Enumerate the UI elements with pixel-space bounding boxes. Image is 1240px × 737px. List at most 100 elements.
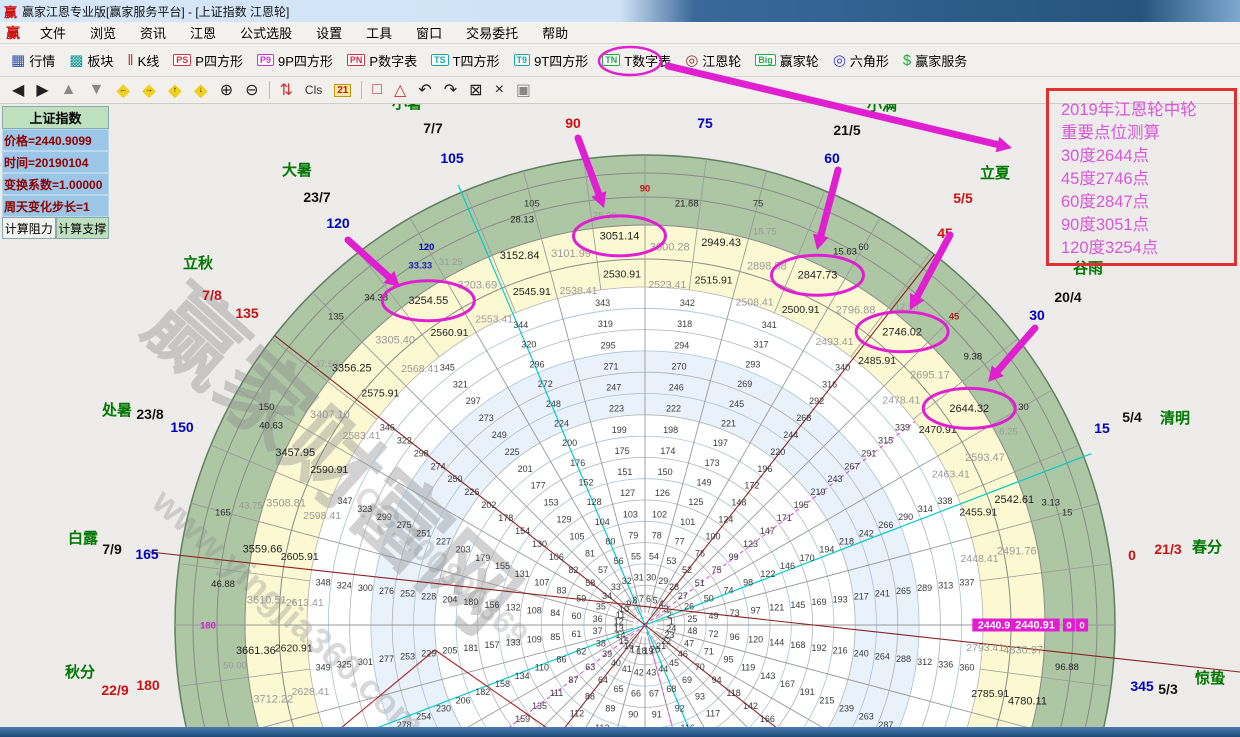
- rotate-cw-button[interactable]: ↷: [438, 80, 463, 100]
- screen-tool-button[interactable]: ▣: [510, 80, 537, 100]
- annotation-line-1: 重要点位测算: [1061, 122, 1234, 145]
- menu-item-2[interactable]: 资讯: [128, 23, 178, 42]
- delete-tool-button[interactable]: ×: [489, 81, 510, 99]
- svg-text:245: 245: [729, 399, 744, 409]
- svg-text:3152.84: 3152.84: [500, 250, 540, 262]
- scroll-left-button[interactable]: ◀: [6, 80, 30, 100]
- svg-text:142: 142: [743, 701, 758, 711]
- menu-item-3[interactable]: 江恩: [178, 23, 228, 42]
- svg-text:170: 170: [800, 553, 815, 563]
- svg-text:175: 175: [615, 446, 630, 456]
- svg-text:26: 26: [684, 602, 694, 612]
- svg-text:2613.41: 2613.41: [286, 597, 324, 609]
- svg-text:23/8: 23/8: [136, 406, 163, 422]
- quotes-button-label: 行情: [29, 51, 55, 70]
- t-number-button[interactable]: TNT数字表: [595, 44, 678, 76]
- svg-text:2493.41: 2493.41: [815, 336, 853, 348]
- scroll-right-button[interactable]: ▶: [30, 80, 54, 100]
- svg-text:55: 55: [631, 552, 641, 562]
- svg-text:7/8: 7/8: [202, 287, 222, 303]
- svg-text:春分: 春分: [1192, 538, 1222, 556]
- menu-item-6[interactable]: 工具: [354, 23, 404, 42]
- winner-service-button[interactable]: $赢家服务: [896, 44, 974, 76]
- svg-text:165: 165: [135, 546, 159, 562]
- t-square-button[interactable]: TST四方形: [424, 44, 506, 76]
- svg-text:222: 222: [666, 404, 681, 414]
- menu-item-8[interactable]: 交易委托: [454, 23, 530, 42]
- menu-item-5[interactable]: 设置: [304, 23, 354, 42]
- pan-up-button[interactable]: ◆↑: [162, 80, 188, 101]
- calc-resistance-button[interactable]: 计算阻力: [2, 217, 56, 239]
- svg-text:194: 194: [819, 545, 834, 555]
- svg-text:98: 98: [743, 577, 753, 587]
- menu-item-0[interactable]: 文件: [28, 23, 78, 42]
- svg-text:94: 94: [712, 675, 722, 685]
- svg-text:165: 165: [215, 507, 231, 518]
- svg-text:50: 50: [704, 594, 714, 604]
- svg-text:223: 223: [609, 404, 624, 414]
- sectors-button[interactable]: ▩板块: [62, 44, 120, 76]
- winner-wheel-button[interactable]: Big赢家轮: [748, 44, 826, 76]
- svg-text:5/5: 5/5: [953, 190, 973, 206]
- svg-text:202: 202: [481, 500, 496, 510]
- updown-button[interactable]: ⇅: [274, 80, 299, 100]
- svg-text:317: 317: [754, 340, 769, 350]
- svg-text:144: 144: [769, 637, 784, 647]
- pan-down-button[interactable]: ◆↓: [188, 80, 214, 101]
- calendar-button[interactable]: 21: [328, 84, 357, 97]
- svg-text:120: 120: [326, 215, 350, 231]
- svg-text:180: 180: [136, 677, 160, 693]
- menu-item-1[interactable]: 浏览: [78, 23, 128, 42]
- svg-text:91: 91: [652, 710, 662, 720]
- pointer-down-button[interactable]: ▼: [82, 81, 110, 99]
- svg-text:267: 267: [844, 461, 859, 471]
- pointer-up-button[interactable]: ▲: [55, 81, 83, 99]
- svg-text:84: 84: [550, 608, 560, 618]
- svg-text:133: 133: [506, 637, 521, 647]
- svg-text:67: 67: [649, 688, 659, 698]
- pan-right-button[interactable]: ◆→: [136, 80, 162, 101]
- p-number-button[interactable]: PNP数字表: [340, 44, 424, 76]
- menu-item-9[interactable]: 帮助: [530, 23, 580, 42]
- rotate-ccw-button[interactable]: ↶: [412, 80, 437, 100]
- triangle-tool-button[interactable]: △: [388, 80, 412, 100]
- p-square-button[interactable]: PSP四方形: [166, 44, 250, 76]
- ps-badge-icon: PS: [173, 54, 191, 66]
- svg-text:312: 312: [917, 657, 932, 667]
- svg-text:32: 32: [622, 576, 632, 586]
- svg-text:112: 112: [570, 709, 584, 719]
- svg-text:2440.91: 2440.91: [1015, 620, 1055, 632]
- svg-text:349: 349: [316, 662, 331, 672]
- svg-text:7: 7: [639, 594, 644, 604]
- select-box-button[interactable]: ⊠: [463, 80, 488, 100]
- 9t-square-button[interactable]: T99T四方形: [507, 44, 596, 76]
- hexagon-button[interactable]: ◎六角形: [826, 44, 896, 76]
- 9p-square-button[interactable]: P99P四方形: [250, 44, 340, 76]
- calc-support-button[interactable]: 计算支撑: [56, 217, 110, 239]
- svg-text:263: 263: [859, 712, 874, 722]
- menu-item-7[interactable]: 窗口: [404, 23, 454, 42]
- rect-tool-button[interactable]: □: [366, 81, 388, 99]
- menu-item-4[interactable]: 公式选股: [228, 23, 304, 42]
- svg-text:59: 59: [576, 594, 586, 604]
- svg-text:2590.91: 2590.91: [310, 464, 348, 476]
- svg-text:71: 71: [704, 646, 714, 656]
- zoom-out-button[interactable]: ⊖: [239, 80, 264, 100]
- pan-left-button[interactable]: ◆←: [110, 80, 136, 101]
- svg-text:处暑: 处暑: [101, 401, 132, 419]
- svg-text:96.88: 96.88: [1055, 662, 1079, 673]
- svg-text:2491.76: 2491.76: [997, 546, 1037, 558]
- svg-text:小满: 小满: [867, 104, 897, 114]
- svg-text:64: 64: [598, 675, 608, 685]
- zoom-in-button[interactable]: ⊕: [214, 80, 239, 100]
- svg-text:171: 171: [777, 513, 792, 523]
- svg-text:2593.47: 2593.47: [965, 452, 1005, 464]
- kline-button[interactable]: ‖K线: [120, 44, 166, 76]
- 9p-square-button-label: 9P四方形: [278, 51, 333, 70]
- calendar-icon: 21: [334, 84, 351, 97]
- svg-text:264: 264: [875, 651, 890, 661]
- svg-text:38: 38: [596, 638, 606, 648]
- cls-button[interactable]: Cls: [299, 83, 328, 97]
- gann-wheel-button[interactable]: ◎江恩轮: [678, 44, 748, 76]
- quotes-button[interactable]: ▦行情: [4, 44, 62, 76]
